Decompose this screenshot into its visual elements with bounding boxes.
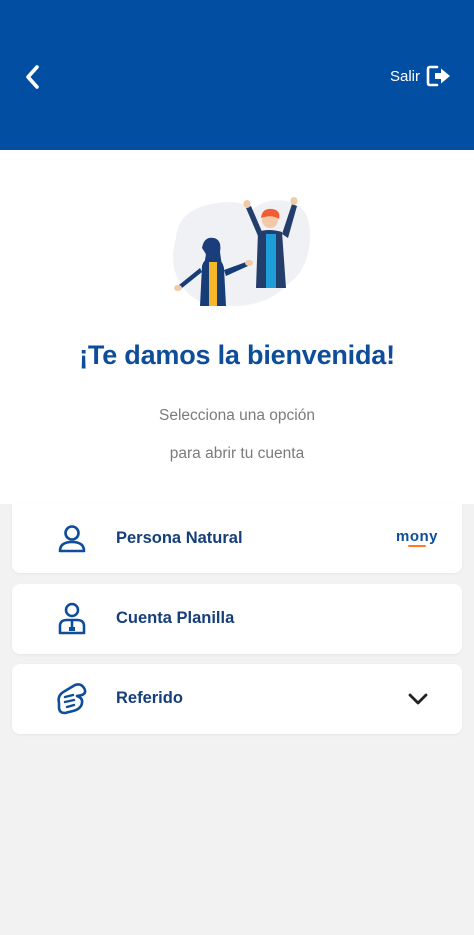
logout-button[interactable]: Salir (390, 62, 452, 90)
option-referido[interactable]: Referido (12, 664, 462, 734)
welcome-title: ¡Te damos la bienvenida! (79, 340, 395, 370)
chevron-left-icon (26, 65, 39, 89)
mony-logo: mony (395, 528, 438, 547)
expand-button[interactable] (406, 689, 430, 709)
option-label: Referido (116, 689, 183, 707)
option-label: Persona Natural (116, 529, 243, 547)
app-header: Salir (0, 0, 474, 150)
option-label: Cuenta Planilla (116, 609, 235, 627)
subtitle-line-2: para abrir tu cuenta (169, 445, 305, 462)
payroll-person-icon (52, 601, 92, 637)
two-people-celebrating-illustration (173, 197, 311, 307)
subtitle-line-1: Selecciona una opción (159, 407, 315, 424)
logout-label: Salir (389, 67, 420, 85)
handshake-icon (52, 681, 92, 717)
person-icon (52, 521, 92, 557)
chevron-down-icon (408, 693, 428, 705)
welcome-section: ¡Te damos la bienvenida! Selecciona una … (0, 150, 474, 504)
back-button[interactable] (16, 60, 50, 94)
option-persona-natural[interactable]: Persona Natural mony (12, 504, 462, 573)
mony-logo-text: mony (395, 528, 438, 545)
mony-logo-underline (407, 545, 426, 547)
option-cuenta-planilla[interactable]: Cuenta Planilla (12, 584, 462, 654)
logout-icon (426, 65, 450, 87)
